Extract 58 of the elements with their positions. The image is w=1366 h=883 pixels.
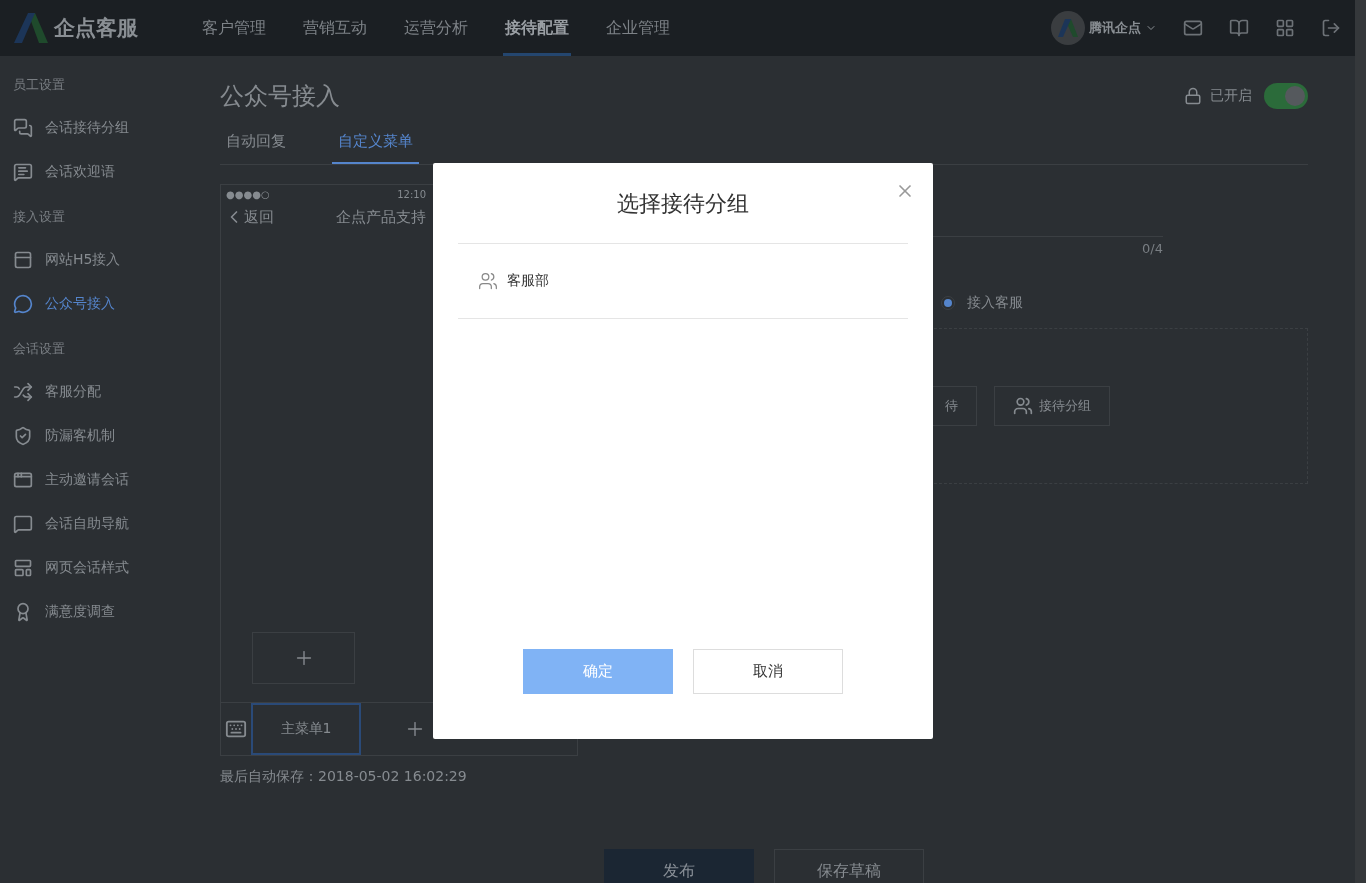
sidebar-item-icon <box>13 558 33 578</box>
people-icon <box>478 271 498 291</box>
sidebar-item-icon <box>13 514 33 534</box>
sidebar-item[interactable]: 网站H5接入 <box>0 238 200 282</box>
radio-option[interactable]: 接入客服 <box>941 294 1023 312</box>
scrollbar[interactable] <box>1355 0 1366 883</box>
sidebar-item[interactable]: 防漏客机制 <box>0 414 200 458</box>
phone-title: 企点产品支持 <box>336 207 426 227</box>
sidebar-item[interactable]: 会话欢迎语 <box>0 150 200 194</box>
section-title: 员工设置 <box>12 76 66 94</box>
sidebar-item-icon <box>13 470 33 490</box>
option-button[interactable]: 接待分组 <box>994 386 1110 426</box>
sidebar-item-icon <box>13 118 33 138</box>
section-title: 会话设置 <box>12 340 66 358</box>
sidebar-item-icon <box>13 162 33 182</box>
logo-icon <box>14 13 48 43</box>
sidebar-item[interactable]: 主动邀请会话 <box>0 458 200 502</box>
nav-tab[interactable]: 营销互动 <box>301 0 369 56</box>
logout-icon[interactable] <box>1321 18 1341 38</box>
logo-text: 企点客服 <box>54 15 138 42</box>
sidebar-item-icon <box>13 294 33 314</box>
autosave-text: 最后自动保存：2018-05-02 16:02:29 <box>220 768 467 786</box>
sidebar-item-icon <box>13 382 33 402</box>
keyboard-icon[interactable] <box>225 718 247 740</box>
phone-time: 12:10 <box>397 189 426 200</box>
sidebar-item[interactable]: 会话接待分组 <box>0 106 200 150</box>
nav-tab[interactable]: 企业管理 <box>604 0 672 56</box>
sidebar-item-icon <box>13 426 33 446</box>
signal-dots: ●●●●○ <box>226 189 270 200</box>
lock-icon <box>1184 87 1202 105</box>
sidebar-item[interactable]: 网页会话样式 <box>0 546 200 590</box>
grid-icon[interactable] <box>1275 18 1295 38</box>
nav-tab[interactable]: 客户管理 <box>200 0 268 56</box>
toggle-switch[interactable] <box>1264 83 1308 109</box>
sidebar-item-icon <box>13 250 33 270</box>
sidebar-item[interactable]: 公众号接入 <box>0 282 200 326</box>
publish-button[interactable]: 发布 <box>604 849 754 883</box>
status-label: 已开启 <box>1210 87 1252 105</box>
book-icon[interactable] <box>1229 18 1249 38</box>
group-item[interactable]: 客服部 <box>458 244 908 319</box>
menu-item[interactable]: 主菜单1 <box>251 703 361 755</box>
nav-tab[interactable]: 运营分析 <box>402 0 470 56</box>
mail-icon[interactable] <box>1183 18 1203 38</box>
cancel-button[interactable]: 取消 <box>693 649 843 694</box>
page-title: 公众号接入 <box>220 81 340 112</box>
sidebar-item[interactable]: 会话自助导航 <box>0 502 200 546</box>
back-link[interactable]: 返回 <box>224 207 336 227</box>
avatar-icon <box>1051 11 1085 45</box>
sidebar-item[interactable]: 满意度调查 <box>0 590 200 634</box>
nav-tab[interactable]: 接待配置 <box>503 0 571 56</box>
account-menu[interactable]: 腾讯企点 <box>1051 11 1157 45</box>
people-icon <box>1013 396 1033 416</box>
dialog-title: 选择接待分组 <box>458 163 908 244</box>
sidebar-item[interactable]: 客服分配 <box>0 370 200 414</box>
tab[interactable]: 自动回复 <box>220 128 292 164</box>
section-title: 接入设置 <box>12 208 66 226</box>
save-draft-button[interactable]: 保存草稿 <box>774 849 924 883</box>
tab[interactable]: 自定义菜单 <box>332 128 419 164</box>
